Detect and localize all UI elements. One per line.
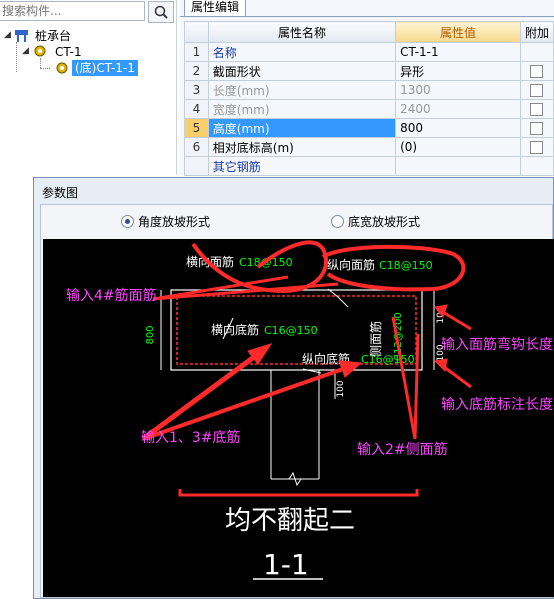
dialog-body: 角度放坡形式 底宽放坡形式 800 100 100 100 <box>40 204 554 598</box>
table-row[interactable]: 其它钢筋 <box>184 156 554 176</box>
table-row-selected[interactable]: 5 高度(mm) 800 <box>184 118 554 138</box>
property-name: 名称 <box>207 42 397 62</box>
header-extra[interactable]: 附加 <box>519 21 554 43</box>
search-input[interactable] <box>0 1 145 21</box>
property-grid: 属性名称 属性值 附加 1 名称 CT-1-1 2 截面形状 异形 3 长度(m… <box>184 21 554 176</box>
property-panel: 属性编辑 属性名称 属性值 附加 1 名称 CT-1-1 2 截面形状 异形 3… <box>180 0 554 176</box>
table-row[interactable]: 6 相对底标高(m) (0) <box>184 137 554 157</box>
property-name: 长度(mm) <box>207 80 397 100</box>
property-value[interactable]: 800 <box>395 118 521 138</box>
side-label: 侧面筋 <box>368 321 383 357</box>
red-bracket <box>178 489 419 497</box>
property-name: 宽度(mm) <box>207 99 397 119</box>
table-row[interactable]: 4 宽度(mm) 2400 <box>184 99 554 119</box>
row-index: 3 <box>184 80 209 100</box>
property-name: 其它钢筋 <box>207 156 397 176</box>
collapse-icon[interactable]: ◢ <box>22 46 29 56</box>
tree-node-ct1-1-selected[interactable]: (底)CT-1-1 <box>72 60 138 76</box>
annot-input-bottom: 输入1、3#底筋 <box>141 429 241 446</box>
radio-unselected-icon <box>331 215 344 228</box>
search-bar <box>0 0 176 23</box>
red-circle-top-left <box>191 240 329 294</box>
extra-checkbox-cell <box>519 99 554 119</box>
header-value[interactable]: 属性值 <box>395 21 521 43</box>
section-drawing: 800 100 100 100 横向面筋 C18@150 纵向面筋 <box>66 240 553 581</box>
leader-line <box>327 288 349 308</box>
property-value[interactable] <box>395 156 521 176</box>
bot-horiz-value: C16@150 <box>264 324 318 337</box>
extra-checkbox[interactable] <box>530 141 544 154</box>
bot-horiz-label: 横向底筋 <box>211 322 259 337</box>
radio-selected-icon <box>121 215 134 228</box>
row-index <box>184 156 209 176</box>
table-row[interactable]: 1 名称 CT-1-1 <box>184 42 554 62</box>
extra-checkbox-cell <box>519 118 554 138</box>
row-index: 6 <box>184 137 209 157</box>
row-index: 2 <box>184 61 209 81</box>
dialog-title: 参数图 <box>42 186 79 200</box>
arrow-head <box>338 360 363 378</box>
arrow-line <box>141 351 260 442</box>
extra-cell <box>519 156 554 176</box>
radio-width-slope[interactable]: 底宽放坡形式 <box>331 213 420 230</box>
top-long-value: C18@150 <box>379 259 433 272</box>
extra-checkbox-cell <box>519 61 554 81</box>
property-value[interactable]: 2400 <box>395 99 521 119</box>
arrow-head <box>433 358 448 373</box>
extra-checkbox[interactable] <box>530 103 544 116</box>
tree-node-ct1[interactable]: CT-1 <box>55 44 82 60</box>
extra-checkbox-cell <box>519 80 554 100</box>
gear-icon <box>56 62 68 74</box>
grid-header-row: 属性名称 属性值 附加 <box>184 21 554 43</box>
row-index: 4 <box>184 99 209 119</box>
table-row[interactable]: 2 截面形状 异形 <box>184 61 554 81</box>
property-name: 相对底标高(m) <box>207 137 397 157</box>
annot-input-hook: 输入面筋弯钩长度 <box>441 336 553 353</box>
component-tree-panel: ◢ 桩承台 ◢ CT-1 (底)CT-1-1 <box>0 0 177 175</box>
pile-cap-icon <box>15 30 28 42</box>
header-index <box>184 21 209 43</box>
property-name: 截面形状 <box>207 61 397 81</box>
extra-cell <box>519 42 554 62</box>
radio-width-label: 底宽放坡形式 <box>348 215 421 229</box>
extra-checkbox[interactable] <box>530 65 544 78</box>
row-index: 5 <box>184 118 209 138</box>
parameter-dialog: 参数图 角度放坡形式 底宽放坡形式 800 100 100 100 <box>33 177 554 599</box>
parameter-drawing-canvas[interactable]: 800 100 100 100 横向面筋 C18@150 纵向面筋 <box>43 239 554 597</box>
dim-bot-100: 100 <box>336 380 346 397</box>
big-caption: 均不翻起二 <box>225 506 355 536</box>
tab-bar: 属性编辑 <box>180 0 554 17</box>
search-icon <box>154 5 168 19</box>
top-long-label: 纵向面筋 <box>327 257 375 272</box>
radio-angle-label: 角度放坡形式 <box>138 215 211 229</box>
property-value[interactable]: 1300 <box>395 80 521 100</box>
annot-input-side: 输入2#侧面筋 <box>357 441 448 458</box>
extra-checkbox-cell <box>519 137 554 157</box>
arrow-line <box>142 367 344 441</box>
annot-input-bottom-len: 输入底筋标注长度 <box>441 396 553 413</box>
arrow-line <box>391 316 417 440</box>
row-index: 1 <box>184 42 209 62</box>
property-value[interactable]: (0) <box>395 137 521 157</box>
radio-angle-slope[interactable]: 角度放坡形式 <box>121 213 210 230</box>
extra-checkbox[interactable] <box>530 122 544 135</box>
header-name[interactable]: 属性名称 <box>207 21 397 43</box>
annot-input-top: 输入4#筋面筋 <box>66 287 157 304</box>
search-button[interactable] <box>148 1 174 23</box>
property-value[interactable]: CT-1-1 <box>395 42 521 62</box>
tab-property-edit[interactable]: 属性编辑 <box>184 0 247 16</box>
table-row[interactable]: 3 长度(mm) 1300 <box>184 80 554 100</box>
extra-checkbox[interactable] <box>530 84 544 97</box>
collapse-icon[interactable]: ◢ <box>4 30 11 40</box>
tree-node-pile-cap[interactable]: 桩承台 <box>35 28 71 44</box>
gear-icon <box>34 45 46 57</box>
section-label: 1-1 <box>263 548 309 581</box>
property-name: 高度(mm) <box>207 118 397 138</box>
property-value[interactable]: 异形 <box>395 61 521 81</box>
dim-height-800: 800 <box>145 325 156 344</box>
